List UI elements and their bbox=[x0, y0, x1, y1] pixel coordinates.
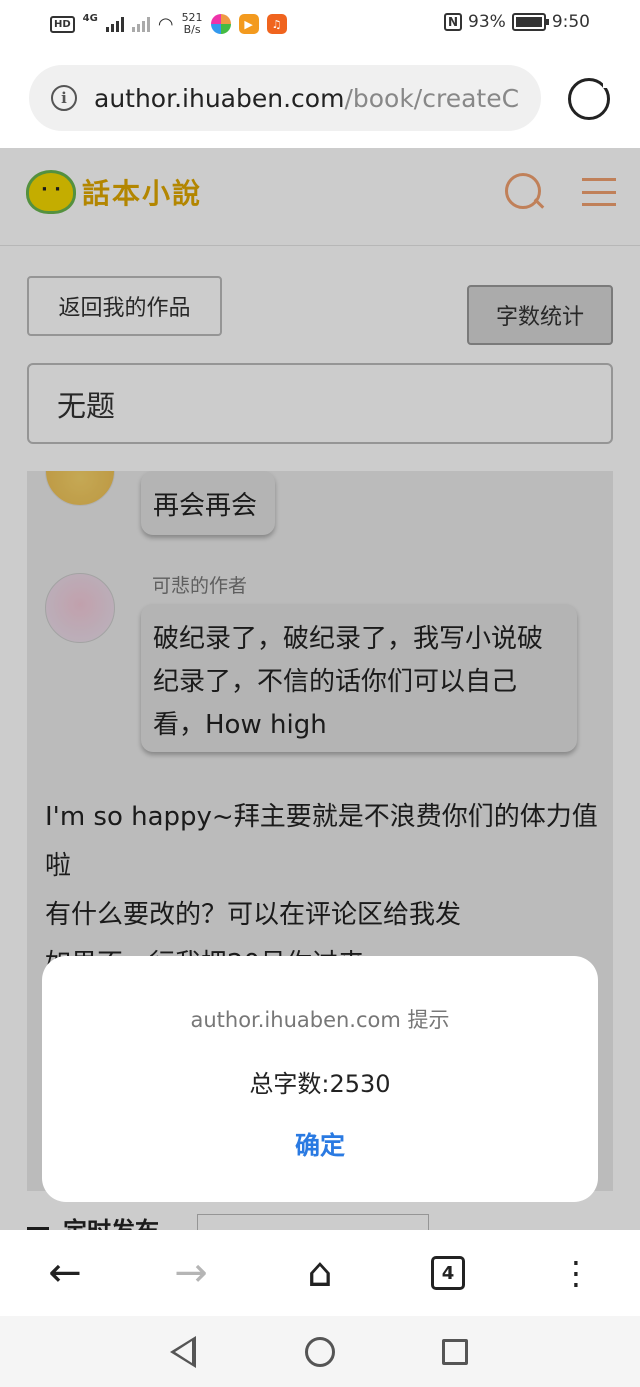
app-notification-icon bbox=[210, 14, 231, 34]
status-bar: HD 4G ◠ 521 B/s ▶ ♫ N 93% 9:50 bbox=[0, 0, 640, 48]
url-text[interactable]: author.ihuaben.com/book/createC bbox=[94, 84, 519, 113]
wifi-icon: ◠ bbox=[157, 13, 174, 35]
signal-2-icon bbox=[131, 16, 150, 32]
browser-toolbar: ← → ⌂ 4 ⋮ bbox=[0, 1230, 640, 1316]
video-app-icon: ▶ bbox=[238, 14, 259, 34]
home-icon[interactable]: ⌂ bbox=[295, 1250, 345, 1296]
alert-dialog: author.ihuaben.com 提示 总字数:2530 确定 bbox=[42, 956, 598, 1202]
system-nav-bar bbox=[0, 1316, 640, 1387]
dialog-ok-button[interactable]: 确定 bbox=[270, 1124, 370, 1168]
nav-home-icon[interactable] bbox=[305, 1337, 335, 1367]
speed-unit: B/s bbox=[183, 23, 201, 36]
tab-count: 4 bbox=[431, 1256, 465, 1290]
battery-icon bbox=[511, 13, 549, 31]
battery-percent: 93% bbox=[468, 12, 506, 32]
forward-arrow-icon[interactable]: → bbox=[166, 1250, 216, 1296]
dialog-message: 总字数:2530 bbox=[249, 1070, 391, 1098]
info-icon[interactable]: i bbox=[51, 85, 77, 111]
nfc-icon: N bbox=[443, 13, 463, 31]
address-bar[interactable]: i author.ihuaben.com/book/createC bbox=[29, 65, 541, 131]
tabs-button[interactable]: 4 bbox=[423, 1250, 473, 1296]
reload-icon[interactable] bbox=[568, 78, 613, 120]
signal-icon bbox=[105, 16, 124, 32]
network-type: 4G bbox=[82, 12, 98, 24]
url-path: /book/createC bbox=[344, 83, 520, 113]
nav-recents-icon[interactable] bbox=[442, 1339, 468, 1365]
more-vertical-icon[interactable]: ⋮ bbox=[551, 1250, 601, 1296]
clock: 9:50 bbox=[551, 12, 590, 32]
back-arrow-icon[interactable]: ← bbox=[40, 1250, 90, 1296]
url-domain: author.ihuaben.com bbox=[94, 83, 345, 113]
nav-back-icon[interactable] bbox=[170, 1336, 196, 1368]
dialog-title: author.ihuaben.com 提示 bbox=[190, 1008, 450, 1032]
network-speed: 521 B/s bbox=[182, 12, 203, 36]
hd-indicator: HD bbox=[50, 15, 75, 33]
music-app-icon: ♫ bbox=[266, 14, 287, 34]
address-bar-row: i author.ihuaben.com/book/createC bbox=[0, 48, 640, 148]
